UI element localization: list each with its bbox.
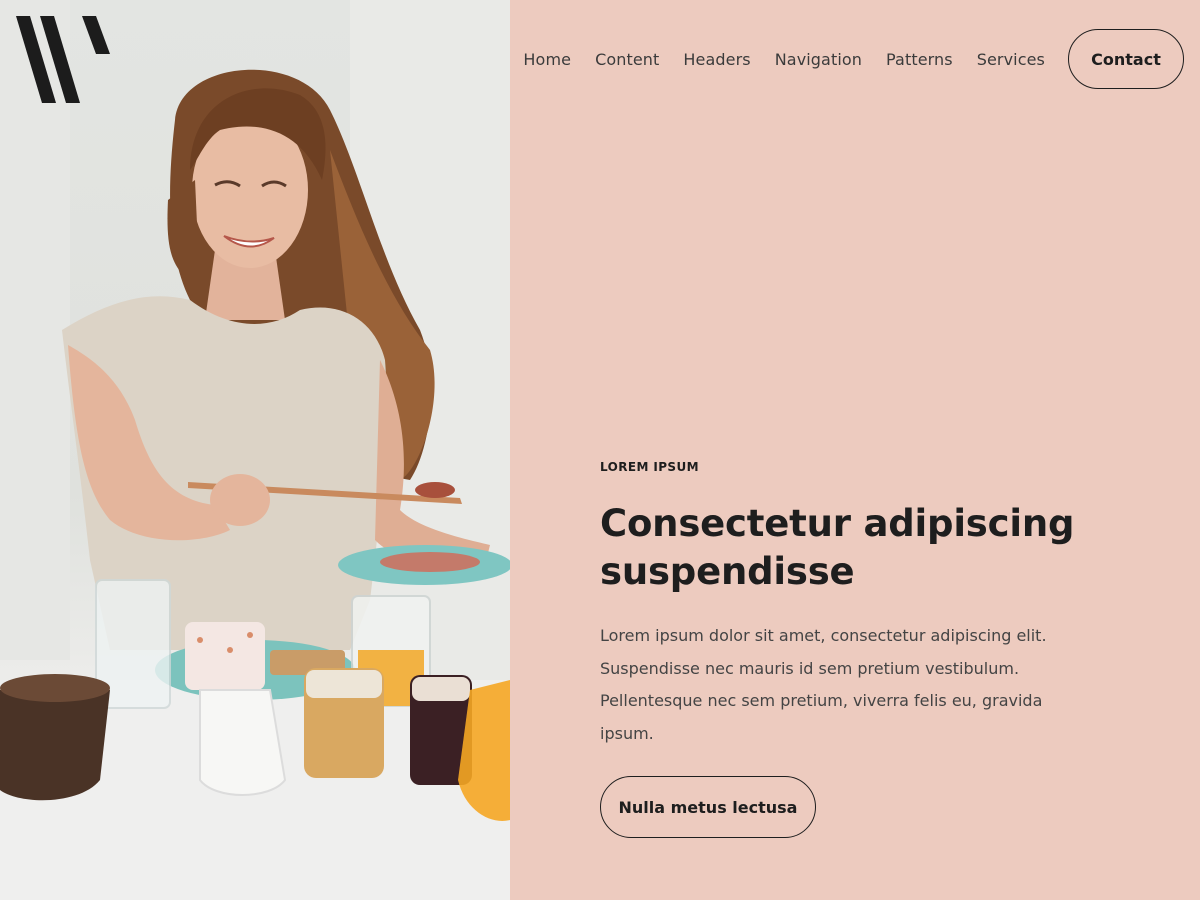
woman-breakfast-photo — [0, 0, 510, 900]
nav-home[interactable]: Home — [523, 50, 571, 69]
cta-button[interactable]: Nulla metus lectusa — [600, 776, 816, 838]
nav-navigation[interactable]: Navigation — [775, 50, 862, 69]
nav-headers[interactable]: Headers — [683, 50, 750, 69]
hero-eyebrow: LOREM IPSUM — [600, 460, 699, 474]
site-logo[interactable] — [16, 16, 112, 104]
hero-body-text: Lorem ipsum dolor sit amet, consectetur … — [600, 626, 1047, 743]
contact-button[interactable]: Contact — [1068, 29, 1184, 89]
hero-headline-line1: Consectetur adipiscing — [600, 502, 1075, 545]
hero-headline-line2: suspendisse — [600, 550, 855, 593]
hero-content: LOREM IPSUM Consectetur adipiscing suspe… — [600, 460, 1120, 838]
hero-photo — [0, 0, 510, 900]
main-nav: Home Content Headers Navigation Patterns… — [523, 28, 1184, 90]
nav-content[interactable]: Content — [595, 50, 659, 69]
hero-headline: Consectetur adipiscing suspendisse — [600, 500, 1120, 596]
nav-services[interactable]: Services — [977, 50, 1045, 69]
page: Home Content Headers Navigation Patterns… — [0, 0, 1200, 900]
logo-icon — [16, 16, 110, 103]
nav-patterns[interactable]: Patterns — [886, 50, 953, 69]
